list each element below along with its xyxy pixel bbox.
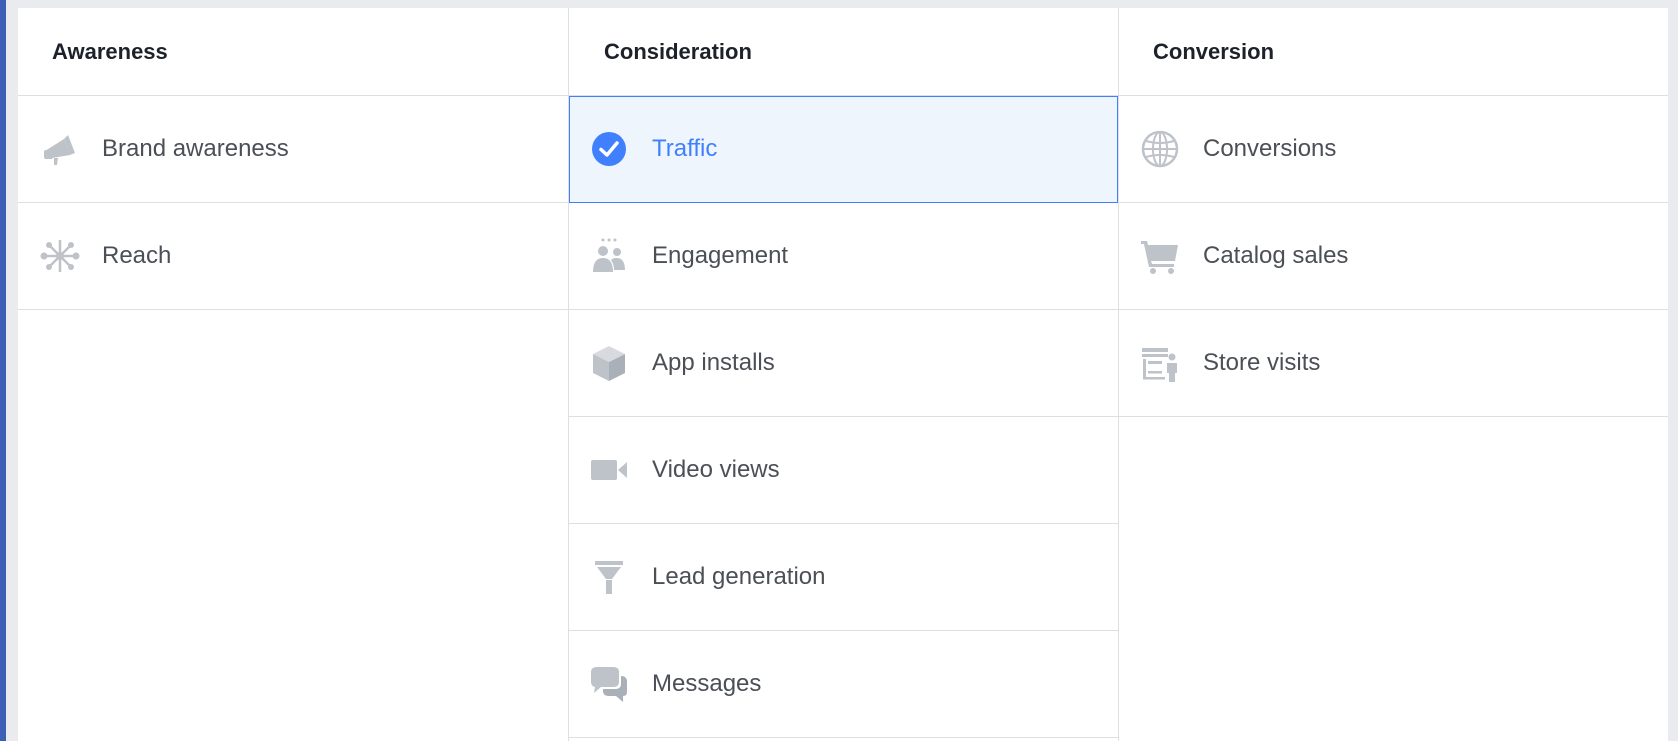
column-conversion: Conversion Conversions Catalog sales Sto… [1118, 8, 1668, 741]
objective-brand-awareness[interactable]: Brand awareness [18, 96, 568, 203]
chat-bubbles-icon [589, 664, 629, 704]
objective-panel: Awareness Brand awareness Reach Consider… [18, 8, 1668, 741]
megaphone-icon [40, 129, 80, 169]
objective-engagement[interactable]: Engagement [569, 203, 1118, 310]
cart-icon [1140, 236, 1180, 276]
left-accent-bar [0, 0, 6, 741]
objective-label: Conversions [1203, 135, 1337, 162]
column-consideration: Consideration Traffic Engagement App ins… [568, 8, 1119, 741]
cube-icon [589, 343, 629, 383]
objective-label: Store visits [1203, 349, 1321, 376]
objective-video-views[interactable]: Video views [569, 417, 1118, 524]
objective-label: Brand awareness [102, 135, 289, 162]
objective-label: Lead generation [652, 563, 826, 590]
objective-label: App installs [652, 349, 775, 376]
store-icon [1140, 343, 1180, 383]
funnel-icon [589, 557, 629, 597]
objective-label: Reach [102, 242, 172, 269]
objective-reach[interactable]: Reach [18, 203, 568, 310]
people-icon [589, 236, 629, 276]
objective-store-visits[interactable]: Store visits [1118, 310, 1668, 417]
objective-label: Catalog sales [1203, 242, 1349, 269]
reach-icon [40, 236, 80, 276]
objective-catalog-sales[interactable]: Catalog sales [1118, 203, 1668, 310]
video-camera-icon [589, 450, 629, 490]
objective-label: Video views [652, 456, 780, 483]
objective-messages[interactable]: Messages [569, 631, 1118, 738]
objective-conversions[interactable]: Conversions [1118, 96, 1668, 203]
objective-label: Traffic [652, 135, 718, 162]
column-header-awareness: Awareness [18, 8, 568, 96]
objective-app-installs[interactable]: App installs [569, 310, 1118, 417]
globe-icon [1140, 129, 1180, 169]
column-header-consideration: Consideration [569, 8, 1118, 96]
objective-label: Messages [652, 670, 762, 697]
column-awareness: Awareness Brand awareness Reach [18, 8, 568, 741]
objective-label: Engagement [652, 242, 789, 269]
objective-traffic[interactable]: Traffic [569, 96, 1118, 203]
check-circle-icon [589, 129, 629, 169]
objective-lead-generation[interactable]: Lead generation [569, 524, 1118, 631]
column-header-conversion: Conversion [1118, 8, 1668, 96]
